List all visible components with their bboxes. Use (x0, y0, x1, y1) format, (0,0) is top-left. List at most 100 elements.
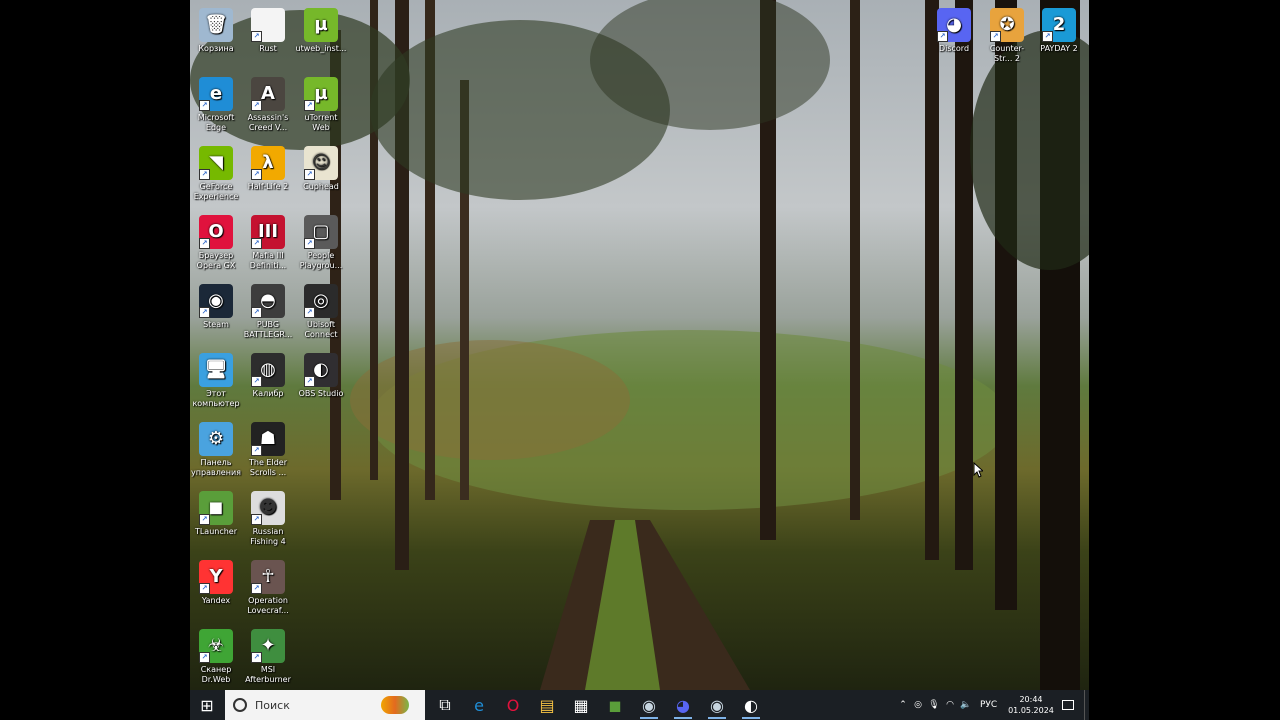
utorrent-icon: µ ↗ (304, 77, 338, 111)
desktop-icon-utweb-installer[interactable]: µ utweb_inst... (295, 4, 347, 54)
discord-icon: ◕ (676, 695, 690, 715)
show-hidden-icons-chevron-icon[interactable]: ⌃ (896, 700, 910, 710)
desktop-icon-yandex[interactable]: Y ↗ Yandex (190, 556, 242, 606)
desktop-icon-mafia-3[interactable]: III ↗ Mafia III Definiti... (242, 211, 294, 271)
desktop-icon-cuphead[interactable]: ☺ ↗ Cuphead (295, 142, 347, 192)
desktop-icon-rust[interactable]: ↗ Rust (242, 4, 294, 54)
desktop-icon-drweb-scanner[interactable]: ☣ ↗ Сканер Dr.Web (190, 625, 242, 685)
drweb-icon: ☣ ↗ (199, 629, 233, 663)
operation-lovecraft-icon: ☥ ↗ (251, 560, 285, 594)
taskbar-app-obs[interactable]: ◐ (734, 690, 768, 720)
opera-gx-icon: O (506, 695, 520, 715)
clock[interactable]: 20:44 01.05.2024 (1006, 690, 1056, 720)
recycle-bin-icon: 🗑 (199, 8, 233, 42)
desktop-icon-russian-fishing-4[interactable]: ☻ ↗ Russian Fishing 4 (242, 487, 294, 547)
shortcut-arrow-icon: ↗ (251, 376, 262, 387)
rust-file-icon: ↗ (251, 8, 285, 42)
windows-logo-icon: ⊞ (200, 695, 214, 715)
payday-icon: 2 ↗ (1042, 8, 1076, 42)
shortcut-arrow-icon: ↗ (251, 652, 262, 663)
desktop-icon-geforce-experience[interactable]: ◥ ↗ GeForce Experience (190, 142, 242, 202)
half-life-icon: λ ↗ (251, 146, 285, 180)
shortcut-arrow-icon: ↗ (199, 307, 210, 318)
desktop-icon-tlauncher[interactable]: ◼ ↗ TLauncher (190, 487, 242, 537)
shortcut-arrow-icon: ↗ (304, 307, 315, 318)
running-indicator (640, 717, 658, 719)
tlauncher-icon: ◼ (608, 695, 622, 715)
desktop-icon-opera-gx[interactable]: O ↗ Браузер Opera GX (190, 211, 242, 271)
language-indicator[interactable]: РУС (980, 700, 997, 710)
steam-icon: ◉ ↗ (199, 284, 233, 318)
taskbar-app-task-view[interactable]: ⧉ (428, 690, 462, 720)
nvidia-icon: ◥ ↗ (199, 146, 233, 180)
taskbar-app-steam-2[interactable]: ◉ (700, 690, 734, 720)
volume-icon[interactable]: 🔈 (958, 700, 974, 710)
shortcut-arrow-icon: ↗ (199, 583, 210, 594)
microsoft-store-icon: ▦ (573, 695, 589, 715)
search-highlight-doodle-icon (381, 696, 409, 714)
shortcut-arrow-icon: ↗ (251, 514, 262, 525)
taskbar-app-edge[interactable]: e (462, 690, 496, 720)
desktop-screen: 🗑 Корзина ↗ Rust µ utweb_inst... e ↗ Microsof… (190, 0, 1089, 720)
desktop-icon-discord[interactable]: ◕ ↗ Discord (928, 4, 980, 54)
running-indicator (708, 717, 726, 719)
russian-fishing-icon: ☻ ↗ (251, 491, 285, 525)
taskbar-app-microsoft-store[interactable]: ▦ (564, 690, 598, 720)
desktop-icon-payday-2[interactable]: 2 ↗ PAYDAY 2 (1033, 4, 1085, 54)
shortcut-arrow-icon: ↗ (304, 100, 315, 111)
taskbar-app-discord[interactable]: ◕ (666, 690, 700, 720)
obs-icon: ◐ (744, 695, 758, 715)
desktop-icon-utorrent-web[interactable]: µ ↗ uTorrent Web (295, 73, 347, 133)
desktop-icon-counter-strike-2[interactable]: ✪ ↗ Counter-Str... 2 (981, 4, 1033, 64)
taskbar-app-opera-gx[interactable]: O (496, 690, 530, 720)
search-placeholder: Поиск (255, 698, 290, 712)
tlauncher-icon: ◼ ↗ (199, 491, 233, 525)
desktop-icon-half-life-2[interactable]: λ ↗ Half-Life 2 (242, 142, 294, 192)
ubisoft-icon: ◎ ↗ (304, 284, 338, 318)
desktop-icon-calibre[interactable]: ◍ ↗ Калибр (242, 349, 294, 399)
notification-icon (1062, 700, 1074, 710)
system-tray: ⌃ ◎ 🎙 ◠ 🔈 РУС (896, 690, 997, 720)
desktop-icon-microsoft-edge[interactable]: e ↗ Microsoft Edge (190, 73, 242, 133)
file-explorer-icon: ▤ (539, 695, 555, 715)
desktop-icon-recycle-bin[interactable]: 🗑 Корзина (190, 4, 242, 54)
assassins-creed-icon: A ↗ (251, 77, 285, 111)
notifications-button[interactable] (1058, 690, 1078, 720)
running-indicator (742, 717, 760, 719)
search-box[interactable]: Поиск (225, 690, 425, 720)
shortcut-arrow-icon: ↗ (199, 100, 210, 111)
mouse-cursor-icon (973, 462, 983, 478)
security-icon[interactable]: ◎ (910, 700, 926, 710)
desktop-icon-control-panel[interactable]: ⚙ Панель управления (190, 418, 242, 478)
shortcut-arrow-icon: ↗ (199, 652, 210, 663)
desktop-icon-assassins-creed[interactable]: A ↗ Assassin's Creed V... (242, 73, 294, 133)
pubg-icon: ◓ ↗ (251, 284, 285, 318)
desktop-icon-steam[interactable]: ◉ ↗ Steam (190, 280, 242, 330)
desktop-icon-elder-scrolls[interactable]: ☗ ↗ The Elder Scrolls ... (242, 418, 294, 478)
shortcut-arrow-icon: ↗ (251, 307, 262, 318)
taskbar-app-tlauncher[interactable]: ◼ (598, 690, 632, 720)
desktop-icon-msi-afterburner[interactable]: ✦ ↗ MSI Afterburner (242, 625, 294, 685)
discord-icon: ◕ ↗ (937, 8, 971, 42)
msi-afterburner-icon: ✦ ↗ (251, 629, 285, 663)
shortcut-arrow-icon: ↗ (199, 238, 210, 249)
shortcut-arrow-icon: ↗ (990, 31, 1001, 42)
desktop-icon-ubisoft-connect[interactable]: ◎ ↗ Ubisoft Connect (295, 280, 347, 340)
desktop-icon-people-playground[interactable]: ▢ ↗ People Playgrou... (295, 211, 347, 271)
computer-icon: 🖥 (199, 353, 233, 387)
desktop-icon-this-pc[interactable]: 🖥 Этот компьютер (190, 349, 242, 409)
desktop-icon-obs-studio[interactable]: ◐ ↗ OBS Studio (295, 349, 347, 399)
microphone-icon[interactable]: 🎙 (926, 700, 942, 710)
wifi-icon[interactable]: ◠ (942, 700, 958, 710)
edge-icon: e (474, 695, 484, 715)
taskbar-app-file-explorer[interactable]: ▤ (530, 690, 564, 720)
shortcut-arrow-icon: ↗ (251, 583, 262, 594)
people-playground-icon: ▢ ↗ (304, 215, 338, 249)
taskbar-app-steam[interactable]: ◉ (632, 690, 666, 720)
desktop-icon-pubg[interactable]: ◓ ↗ PUBG BATTLEGR... (242, 280, 294, 340)
start-button[interactable]: ⊞ (190, 690, 224, 720)
shortcut-arrow-icon: ↗ (251, 100, 262, 111)
desktop-icon-operation-lovecraft[interactable]: ☥ ↗ Operation Lovecraf... (242, 556, 294, 616)
show-desktop-button[interactable] (1084, 690, 1089, 720)
edge-icon: e ↗ (199, 77, 233, 111)
